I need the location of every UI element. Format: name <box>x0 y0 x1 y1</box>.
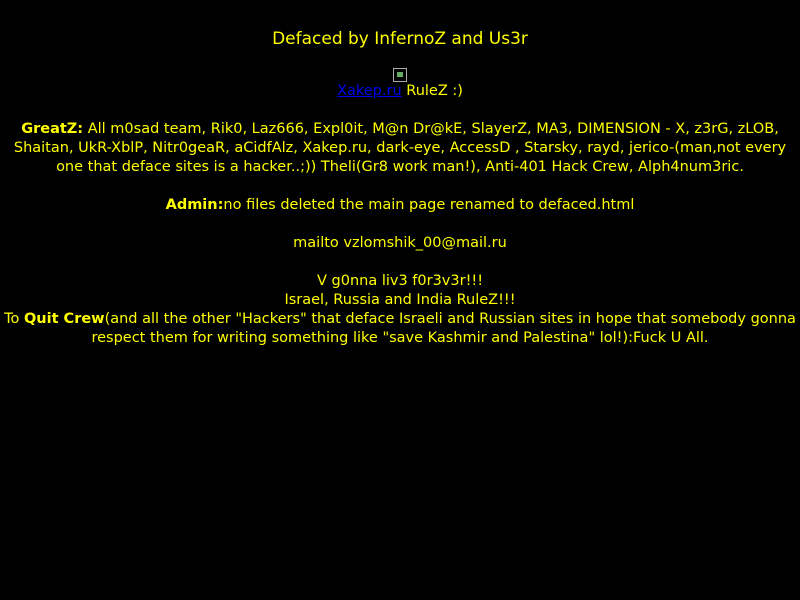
deface-page: Defaced by InfernoZ and Us3r Xakep.ru Ru… <box>0 0 800 348</box>
xakep-link[interactable]: Xakep.ru <box>337 83 402 99</box>
rulez-line: Israel, Russia and India RuleZ!!! <box>284 292 516 308</box>
quit-label: Quit Crew <box>23 311 105 327</box>
link-line: Xakep.ru RuleZ :) <box>0 82 800 101</box>
broken-image-icon <box>393 68 407 82</box>
greatz-text: All m0sad team, Rik0, Laz666, Expl0it, M… <box>13 121 787 175</box>
forever-line: V g0nna liv3 f0r3v3r!!! <box>316 273 484 289</box>
page-title: Defaced by InfernoZ and Us3r <box>272 29 528 49</box>
quit-text: (and all the other "Hackers" that deface… <box>91 311 796 346</box>
quit-prefix: To <box>4 311 24 327</box>
admin-text: no files deleted the main page renamed t… <box>223 197 635 213</box>
link-line-suffix: RuleZ :) <box>401 83 463 99</box>
image-row <box>0 50 800 82</box>
admin-label: Admin: <box>165 197 224 213</box>
admin-paragraph: Admin:no files deleted the main page ren… <box>0 196 800 215</box>
quit-paragraph: To Quit Crew(and all the other "Hackers"… <box>0 310 800 348</box>
greatz-label: GreatZ: <box>21 121 84 137</box>
mailto-line: mailto vzlomshik_00@mail.ru <box>293 235 507 251</box>
greatz-paragraph: GreatZ: All m0sad team, Rik0, Laz666, Ex… <box>5 120 795 177</box>
